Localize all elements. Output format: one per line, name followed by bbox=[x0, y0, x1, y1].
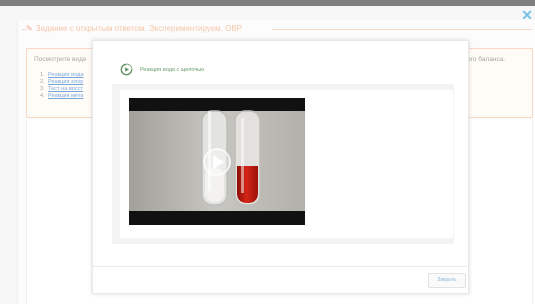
modal-footer-divider bbox=[92, 266, 467, 267]
video-player[interactable] bbox=[129, 98, 305, 225]
video-still bbox=[129, 98, 305, 225]
modal-title: Реакция иода с щелочью bbox=[140, 66, 205, 73]
close-button[interactable]: Закрыть bbox=[428, 273, 466, 288]
video-play-icon bbox=[120, 63, 133, 76]
modal-header: Реакция иода с щелочью bbox=[120, 63, 204, 76]
